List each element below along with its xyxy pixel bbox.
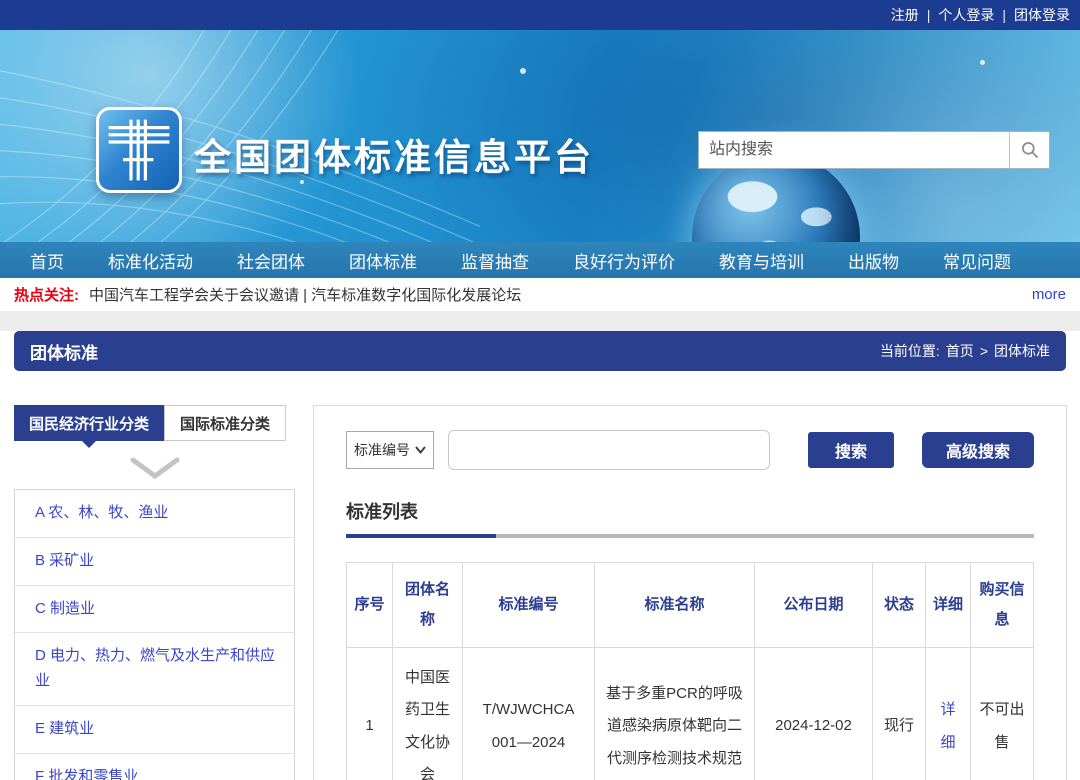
standards-search-input[interactable]: [448, 430, 770, 470]
col-seq: 序号: [347, 563, 393, 648]
main-nav: 首页 标准化活动 社会团体 团体标准 监督抽查 良好行为评价 教育与培训 出版物…: [0, 242, 1080, 278]
personal-login-link[interactable]: 个人登录: [938, 5, 994, 25]
logo-t-icon: [99, 110, 179, 190]
cell-date: 2024-12-02: [755, 648, 873, 780]
sidebar-item-construction[interactable]: E 建筑业: [15, 706, 294, 754]
register-link[interactable]: 注册: [891, 5, 919, 25]
cell-code: T/WJWCHCA 001—2024: [463, 648, 595, 780]
hot-topics-bar: 热点关注: 中国汽车工程学会关于会议邀请 | 汽车标准数字化国际化发展论坛 mo…: [0, 278, 1080, 311]
category-tabs: 国民经济行业分类 国际标准分类: [14, 405, 295, 441]
site-logo[interactable]: [96, 107, 182, 193]
tab-international-classification[interactable]: 国际标准分类: [164, 405, 286, 441]
nav-item-good-conduct[interactable]: 良好行为评价: [573, 248, 675, 273]
chevron-down-icon: [415, 446, 426, 454]
table-row: 1 中国医药卫生文化协会 T/WJWCHCA 001—2024 基于多重PCR的…: [347, 648, 1034, 780]
nav-item-home[interactable]: 首页: [30, 248, 64, 273]
sidebar-item-utilities[interactable]: D 电力、热力、燃气及水生产和供应业: [15, 633, 294, 706]
tab-national-economic-classification[interactable]: 国民经济行业分类: [14, 405, 164, 441]
site-search-button[interactable]: [1009, 132, 1049, 168]
breadcrumb-label: 当前位置:: [880, 341, 940, 361]
cell-purchase: 不可出售: [971, 648, 1034, 780]
breadcrumb-home-link[interactable]: 首页: [946, 341, 974, 361]
account-bar: 注册 | 个人登录 | 团体登录: [0, 0, 1080, 30]
nav-item-publications[interactable]: 出版物: [848, 248, 899, 273]
col-code: 标准编号: [463, 563, 595, 648]
list-title-accent: [346, 534, 496, 538]
standards-panel: 标准编号 搜索 高级搜索 标准列表 序号 团体名称 标准编号 标准名称: [313, 405, 1067, 780]
site-title: 全国团体标准信息平台: [194, 127, 594, 181]
group-login-link[interactable]: 团体登录: [1014, 5, 1070, 25]
search-field-value: 标准编号: [354, 440, 410, 460]
sparkle-decoration: [980, 60, 985, 65]
active-tab-pointer: [82, 441, 96, 448]
section-header: 团体标准 当前位置: 首页 > 团体标准: [14, 331, 1066, 371]
nav-item-faq[interactable]: 常见问题: [943, 248, 1011, 273]
divider-strip: [0, 311, 1080, 331]
page-title: 团体标准: [30, 339, 98, 364]
col-detail: 详细: [926, 563, 971, 648]
tab-label: 国际标准分类: [180, 413, 270, 434]
standards-search-row: 标准编号 搜索 高级搜索: [346, 430, 1034, 470]
sidebar-item-wholesale-retail[interactable]: F 批发和零售业: [15, 754, 294, 780]
nav-item-social-organizations[interactable]: 社会团体: [237, 248, 305, 273]
col-date: 公布日期: [755, 563, 873, 648]
table-header-row: 序号 团体名称 标准编号 标准名称 公布日期 状态 详细 购买信息: [347, 563, 1034, 648]
main-content: 国民经济行业分类 国际标准分类 A 农、林、牧、渔业 B 采矿业 C 制造业 D…: [0, 371, 1080, 780]
detail-link[interactable]: 详细: [940, 701, 955, 750]
site-search-box: [698, 131, 1050, 169]
search-icon: [1020, 140, 1040, 160]
search-button[interactable]: 搜索: [808, 432, 894, 468]
breadcrumb-current: 团体标准: [994, 341, 1050, 361]
sidebar-item-agriculture[interactable]: A 农、林、牧、渔业: [15, 490, 294, 538]
list-title: 标准列表: [346, 498, 1034, 524]
nav-item-group-standards[interactable]: 团体标准: [349, 248, 417, 273]
cell-org: 中国医药卫生文化协会: [393, 648, 463, 780]
cell-seq: 1: [347, 648, 393, 780]
sidebar-item-manufacturing[interactable]: C 制造业: [15, 586, 294, 634]
separator: |: [1002, 7, 1006, 23]
category-sidebar: 国民经济行业分类 国际标准分类 A 农、林、牧、渔业 B 采矿业 C 制造业 D…: [14, 405, 295, 780]
breadcrumb-separator: >: [980, 343, 988, 359]
col-name: 标准名称: [595, 563, 755, 648]
advanced-search-button[interactable]: 高级搜索: [922, 432, 1034, 468]
list-title-underline: [346, 534, 1034, 538]
cell-name: 基于多重PCR的呼吸道感染病原体靶向二代测序检测技术规范: [595, 648, 755, 780]
col-org: 团体名称: [393, 563, 463, 648]
nav-item-standardization-activities[interactable]: 标准化活动: [108, 248, 193, 273]
cell-status: 现行: [873, 648, 926, 780]
site-banner: 全国团体标准信息平台: [0, 30, 1080, 242]
site-search-input[interactable]: [699, 132, 1009, 168]
search-field-select[interactable]: 标准编号: [346, 431, 434, 469]
cell-detail: 详细: [926, 648, 971, 780]
standards-table: 序号 团体名称 标准编号 标准名称 公布日期 状态 详细 购买信息 1 中国医药…: [346, 562, 1034, 780]
nav-item-supervision[interactable]: 监督抽查: [461, 248, 529, 273]
industry-category-list: A 农、林、牧、渔业 B 采矿业 C 制造业 D 电力、热力、燃气及水生产和供应…: [14, 489, 295, 780]
hot-topics-text[interactable]: 中国汽车工程学会关于会议邀请 | 汽车标准数字化国际化发展论坛: [89, 284, 521, 305]
separator: |: [927, 7, 931, 23]
sidebar-item-mining[interactable]: B 采矿业: [15, 538, 294, 586]
hot-topics-label: 热点关注:: [14, 284, 79, 305]
more-link[interactable]: more: [1032, 286, 1066, 303]
col-purchase: 购买信息: [971, 563, 1034, 648]
collapse-control[interactable]: [14, 457, 295, 479]
chevron-down-icon: [129, 457, 181, 479]
nav-item-education[interactable]: 教育与培训: [719, 248, 804, 273]
sparkle-decoration: [520, 68, 526, 74]
tab-label: 国民经济行业分类: [29, 413, 149, 434]
breadcrumb: 当前位置: 首页 > 团体标准: [880, 341, 1050, 361]
col-status: 状态: [873, 563, 926, 648]
